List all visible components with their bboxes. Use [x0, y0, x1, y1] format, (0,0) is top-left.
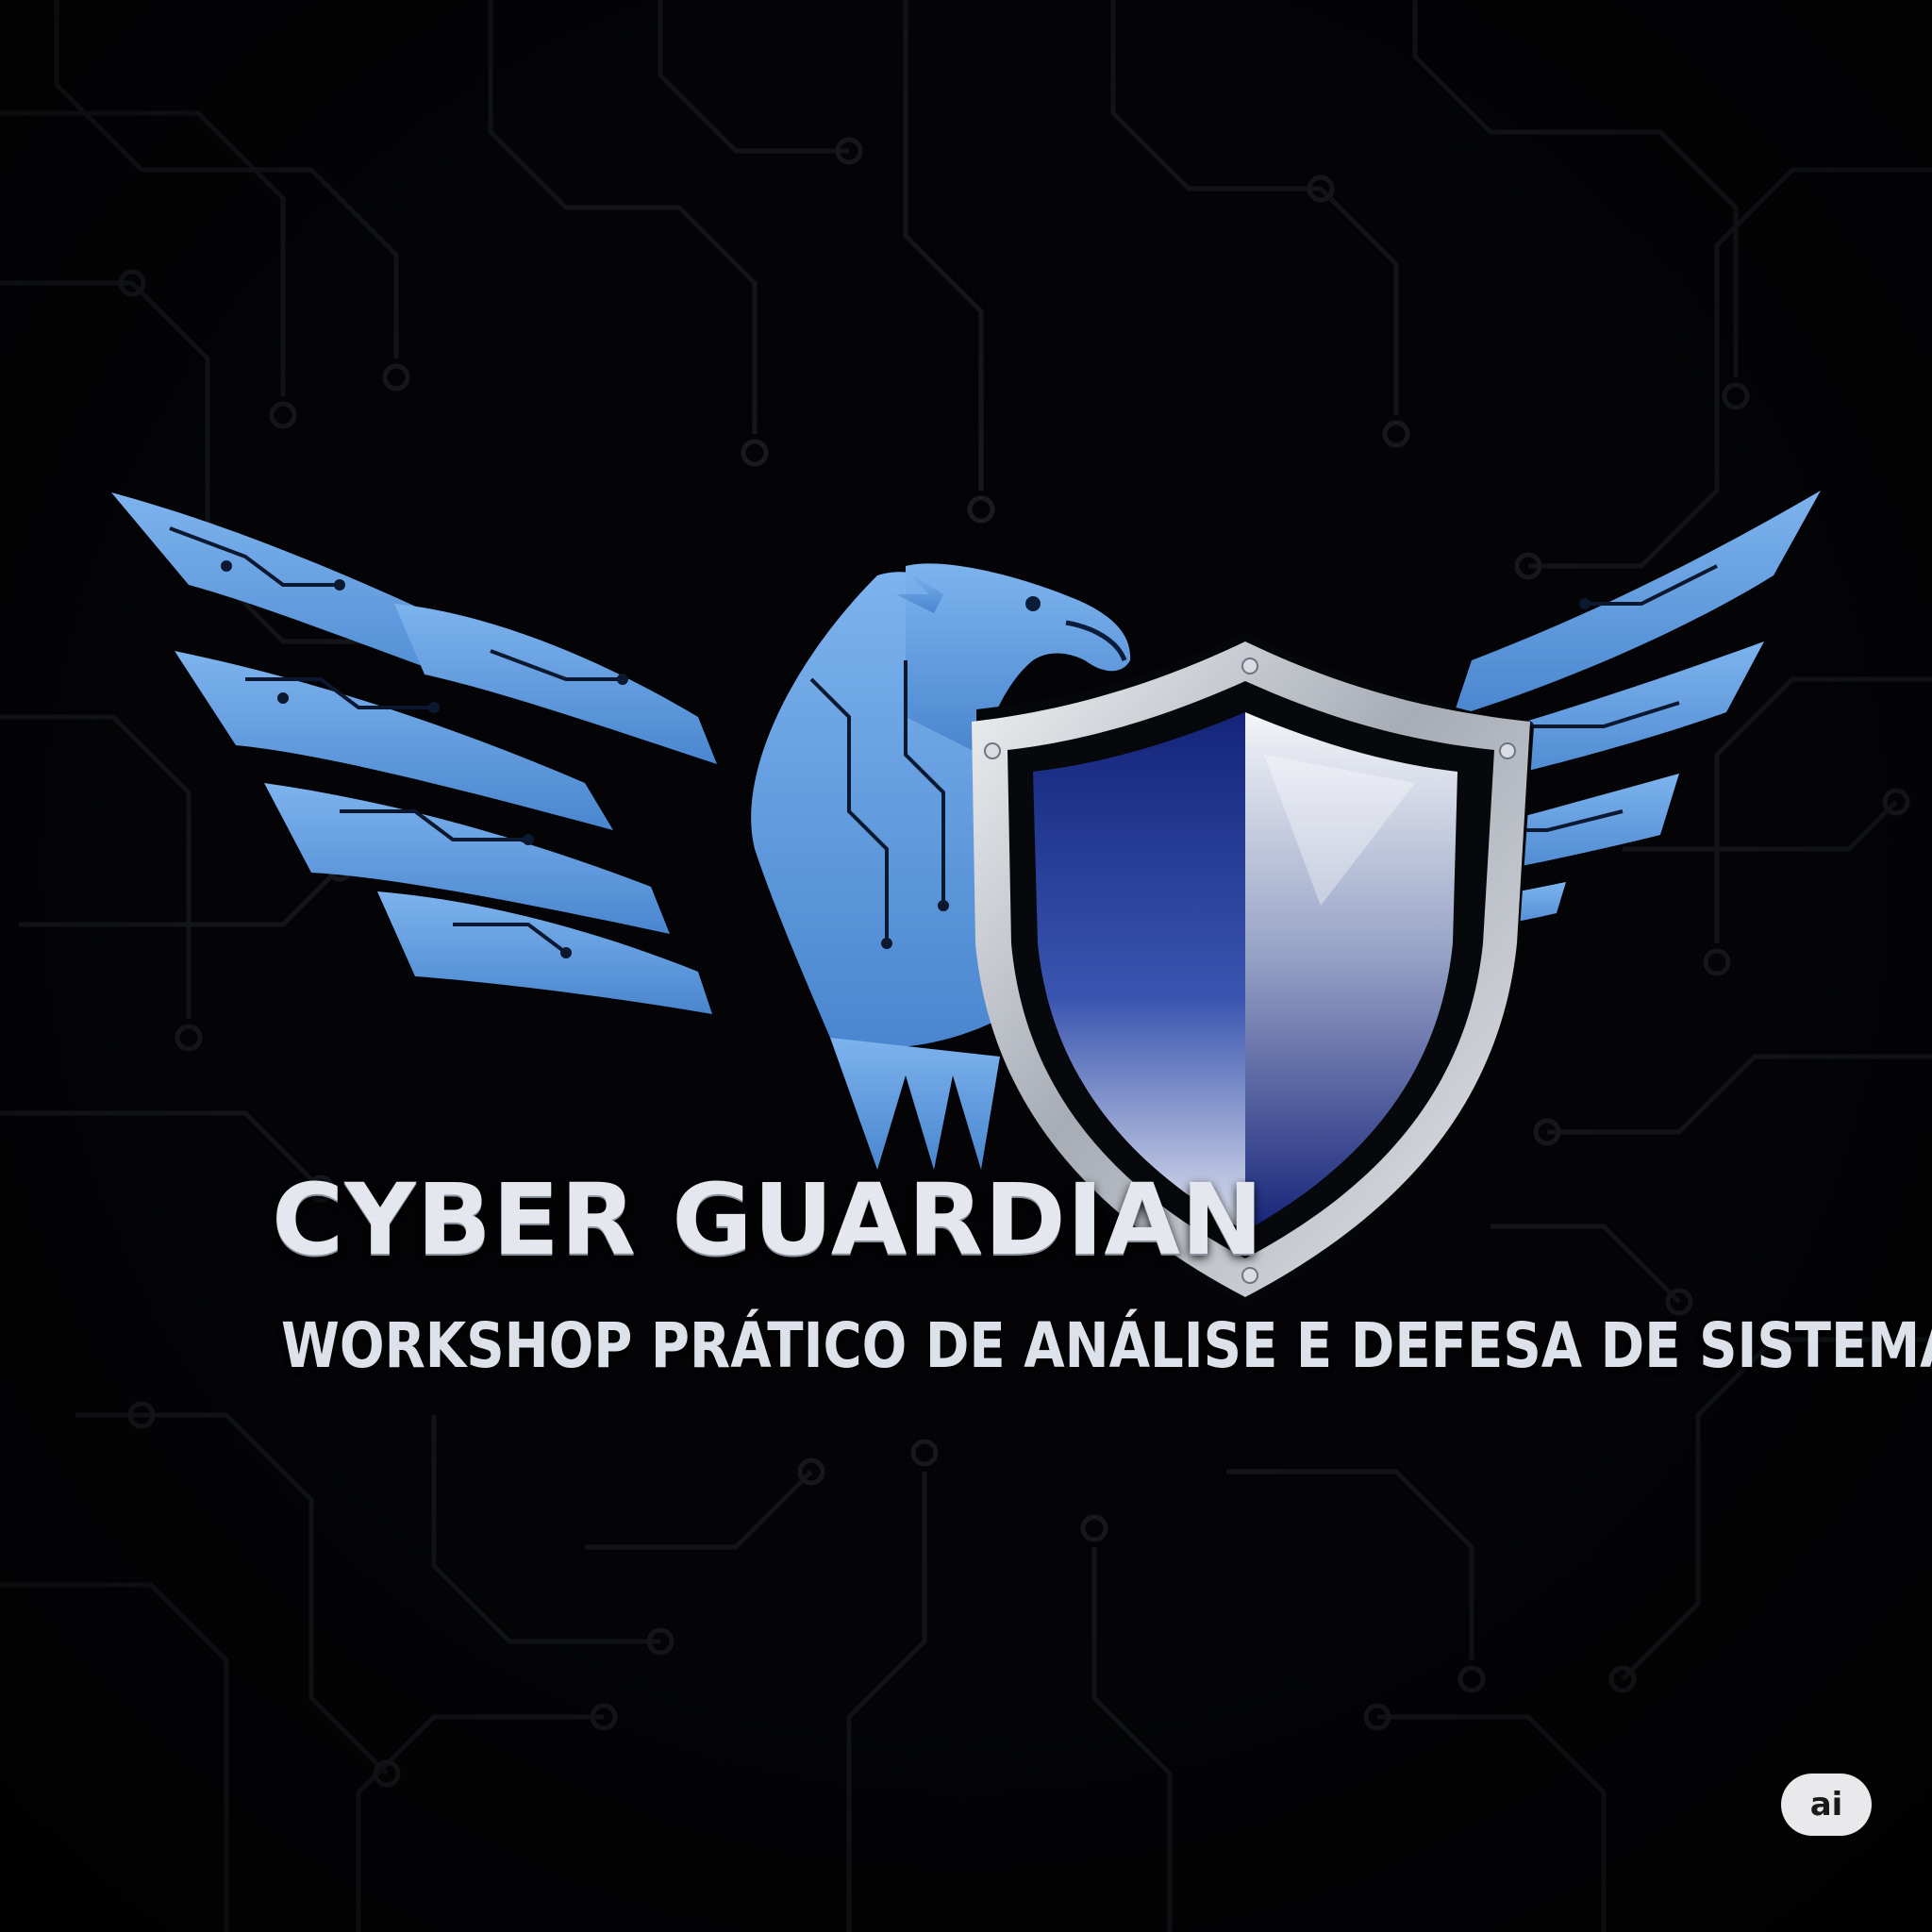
eagle-eye — [1025, 596, 1041, 611]
ai-badge: ai — [1781, 1774, 1872, 1836]
brand-subtitle: WORKSHOP PRÁTICO DE ANÁLISE E DEFESA DE … — [281, 1309, 1932, 1382]
brand-title: CYBER GUARDIAN — [272, 1162, 1264, 1277]
logo-artwork — [0, 0, 1932, 1932]
